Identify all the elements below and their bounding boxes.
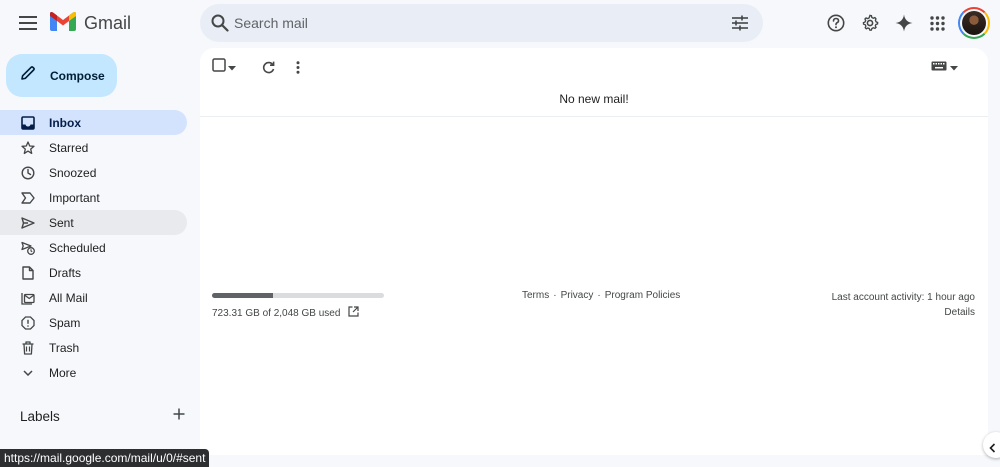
caret-down-icon xyxy=(228,58,236,76)
trash-icon xyxy=(20,340,36,356)
pencil-icon xyxy=(20,65,36,86)
add-label-icon[interactable] xyxy=(173,407,185,425)
chevron-down-icon xyxy=(20,365,36,381)
terms-link[interactable]: Terms xyxy=(522,290,549,301)
schedule-send-icon xyxy=(20,240,36,256)
search-bar[interactable] xyxy=(200,4,763,42)
separator: · xyxy=(597,290,601,301)
mail-list-panel: No new mail! 723.31 GB of 2,048 GB used … xyxy=(200,48,988,455)
more-options-button[interactable] xyxy=(288,57,308,77)
select-all-checkbox[interactable] xyxy=(212,57,248,77)
account-avatar[interactable] xyxy=(958,7,990,39)
labels-title: Labels xyxy=(20,408,60,424)
sidebar-item-label: Scheduled xyxy=(49,240,106,255)
activity-details-link[interactable]: Details xyxy=(832,305,975,320)
compose-label: Compose xyxy=(50,68,105,83)
gemini-icon xyxy=(895,14,913,32)
help-icon xyxy=(827,14,845,32)
sidebar-item-label: Important xyxy=(49,190,100,205)
app-name: Gmail xyxy=(84,12,132,33)
support-button[interactable] xyxy=(821,8,851,38)
gmail-logo[interactable]: Gmail xyxy=(50,10,131,36)
sidebar-nav: Inbox Starred Snoozed Important Sent Sch… xyxy=(0,110,187,385)
last-activity-text: Last account activity: 1 hour ago xyxy=(831,292,975,303)
account-activity: Last account activity: 1 hour ago Detail… xyxy=(832,290,975,320)
sidebar-item-scheduled[interactable]: Scheduled xyxy=(0,235,187,260)
sidebar-item-more[interactable]: More xyxy=(0,360,187,385)
sidebar-item-all-mail[interactable]: All Mail xyxy=(0,285,187,310)
more-vert-icon xyxy=(296,60,300,74)
footer-links: Terms · Privacy · Program Policies xyxy=(522,290,680,301)
sidebar-item-inbox[interactable]: Inbox xyxy=(0,110,187,135)
caret-down-icon xyxy=(950,58,958,76)
chevron-left-icon xyxy=(989,440,996,458)
sidebar-item-starred[interactable]: Starred xyxy=(0,135,187,160)
sidebar-item-label: Sent xyxy=(49,215,74,230)
inbox-icon xyxy=(20,115,36,131)
settings-icon xyxy=(861,14,879,32)
sidebar-item-important[interactable]: Important xyxy=(0,185,187,210)
open-in-new-icon[interactable] xyxy=(348,306,360,320)
avatar-image xyxy=(962,11,986,35)
main-menu-button[interactable] xyxy=(12,7,44,39)
storage-usage: 723.31 GB of 2,048 GB used xyxy=(212,306,360,320)
all-mail-icon xyxy=(20,290,36,306)
clock-icon xyxy=(20,165,36,181)
labels-section-header: Labels xyxy=(20,406,185,426)
compose-button[interactable]: Compose xyxy=(6,54,117,97)
sidebar-item-trash[interactable]: Trash xyxy=(0,335,187,360)
checkbox-icon xyxy=(212,57,226,77)
google-apps-button[interactable] xyxy=(922,8,952,38)
sidebar-item-label: All Mail xyxy=(49,290,88,305)
sidebar-item-sent[interactable]: Sent xyxy=(0,210,187,235)
sidebar-item-label: Snoozed xyxy=(49,165,97,180)
search-icon[interactable] xyxy=(208,11,232,35)
menu-icon xyxy=(19,16,37,30)
send-icon xyxy=(20,215,36,231)
sidebar-item-label: Spam xyxy=(49,315,81,330)
keyboard-icon xyxy=(931,58,947,76)
separator: · xyxy=(553,290,557,301)
search-options-icon[interactable] xyxy=(728,11,752,35)
settings-button[interactable] xyxy=(855,8,885,38)
storage-usage-fill xyxy=(212,293,273,298)
spam-icon xyxy=(20,315,36,331)
status-bar-url: https://mail.google.com/mail/u/0/#sent xyxy=(0,449,210,467)
refresh-button[interactable] xyxy=(258,57,278,77)
refresh-icon xyxy=(262,61,275,74)
storage-usage-text: 723.31 GB of 2,048 GB used xyxy=(212,307,341,319)
sidebar-item-label: More xyxy=(49,365,77,380)
divider xyxy=(200,116,988,117)
sidebar-item-label: Drafts xyxy=(49,265,82,280)
empty-inbox-message: No new mail! xyxy=(559,92,629,106)
search-input[interactable] xyxy=(234,4,704,42)
input-tools-button[interactable] xyxy=(931,57,961,77)
star-icon xyxy=(20,140,36,156)
storage-usage-bar xyxy=(212,293,384,298)
sidebar-item-label: Trash xyxy=(49,340,80,355)
sidebar-item-label: Starred xyxy=(49,140,89,155)
sidebar-item-label: Inbox xyxy=(49,115,81,130)
gmail-m-icon xyxy=(50,11,76,36)
important-icon xyxy=(20,190,36,206)
draft-icon xyxy=(20,265,36,281)
apps-icon xyxy=(929,15,945,31)
sidebar-item-snoozed[interactable]: Snoozed xyxy=(0,160,187,185)
program-policies-link[interactable]: Program Policies xyxy=(605,290,681,301)
gemini-button[interactable] xyxy=(889,8,919,38)
privacy-link[interactable]: Privacy xyxy=(561,290,594,301)
sidebar-item-drafts[interactable]: Drafts xyxy=(0,260,187,285)
sidebar-item-spam[interactable]: Spam xyxy=(0,310,187,335)
